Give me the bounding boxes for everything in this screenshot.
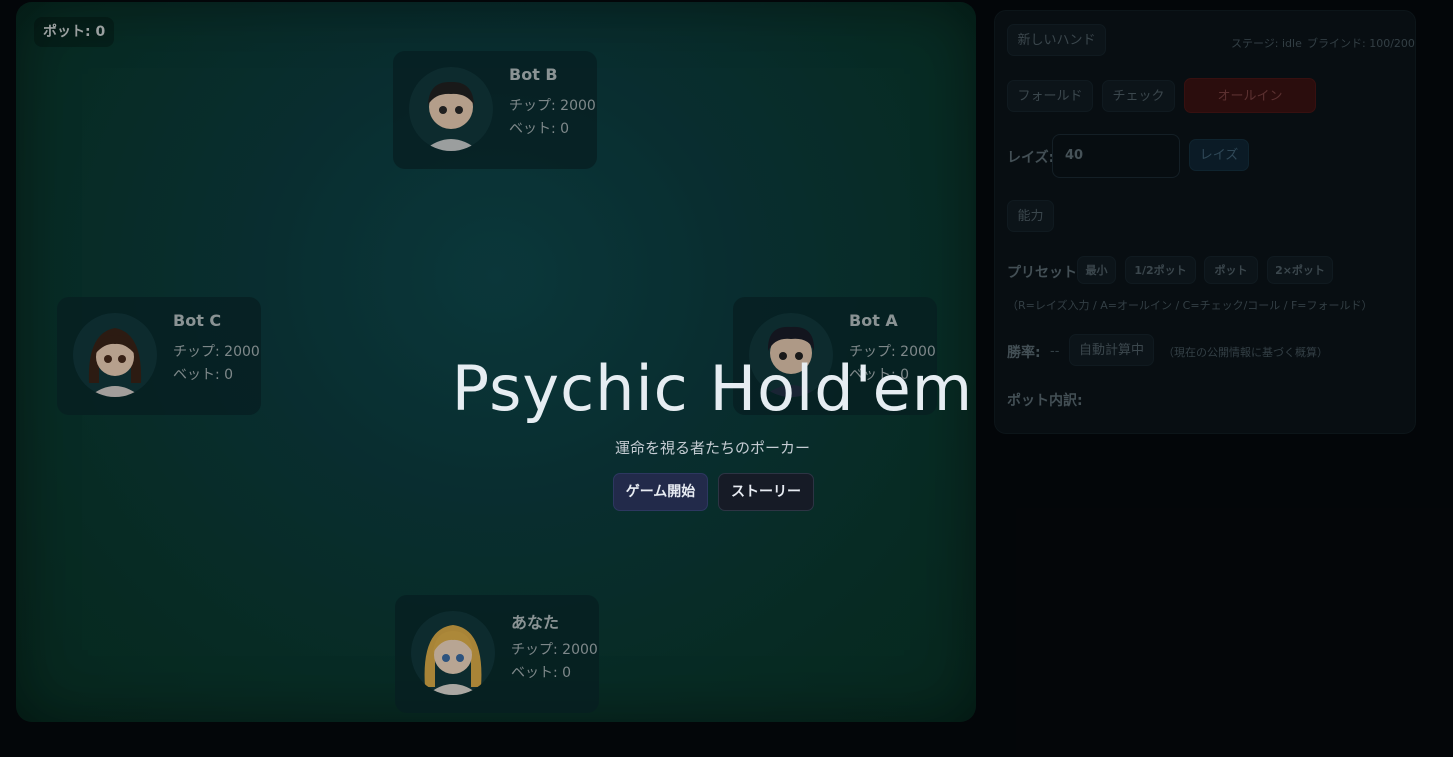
story-button[interactable]: ストーリー [718,473,814,511]
game-title: Psychic Hold'em [451,352,974,425]
start-game-button[interactable]: ゲーム開始 [613,473,708,511]
game-subtitle: 運命を視る者たちのポーカー [614,439,810,457]
